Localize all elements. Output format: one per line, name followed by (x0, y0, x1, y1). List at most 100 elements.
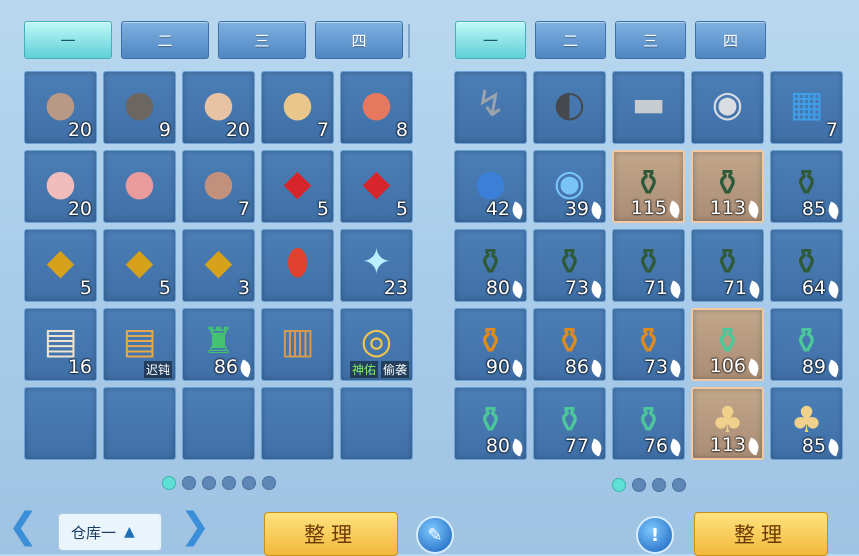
green-potion-bottle-icon: ♜ (202, 320, 235, 362)
item-slot[interactable]: ⚱ 89 (770, 308, 843, 381)
bound-leaf-icon (745, 358, 762, 377)
page-dot[interactable] (162, 476, 176, 490)
black-sack-icon: ◐ (553, 83, 586, 125)
item-slot[interactable]: ⬮ (261, 229, 334, 302)
right-tab-3[interactable]: 三 (615, 21, 686, 59)
item-quantity: 106 (709, 355, 746, 377)
item-slot[interactable]: ● 20 (24, 150, 97, 223)
prev-warehouse-arrow-icon[interactable]: ❮ (8, 506, 38, 547)
page-dot[interactable] (262, 476, 276, 490)
item-slot[interactable]: ⚱ 73 (533, 229, 606, 302)
item-slot[interactable]: ✦ 23 (340, 229, 413, 302)
bound-leaf-icon (825, 359, 842, 378)
item-slot[interactable]: ● 7 (261, 71, 334, 144)
item-slot[interactable]: ⚱ 71 (612, 229, 685, 302)
sort-warehouse-button[interactable]: 整理 (264, 512, 398, 556)
item-slot[interactable]: ▥ (261, 308, 334, 381)
item-slot[interactable]: ⚱ 115 (612, 150, 685, 223)
item-slot[interactable]: ♜ 86 (182, 308, 255, 381)
item-slot[interactable]: ▦ 7 (770, 71, 843, 144)
item-slot[interactable]: ● 20 (24, 71, 97, 144)
inventory-grid: ↯ ◐ ▬ ◉ ▦ 7 ● 42 ◉ 39 ⚱ 115 ⚱ 113 ⚱ 85 ⚱ 80 ⚱ 73 ⚱ 71 ⚱ 71 ⚱ 64 ⚱ 9… (454, 71, 843, 460)
item-slot[interactable]: ◆ 3 (182, 229, 255, 302)
left-tab-4[interactable]: 四 (315, 21, 403, 59)
item-slot[interactable]: ▬ (612, 71, 685, 144)
red-lucky-bag-icon: ◆ (283, 162, 312, 204)
empty-slot[interactable] (340, 387, 413, 460)
item-slot[interactable]: ⚱ 64 (770, 229, 843, 302)
gold-lucky-bag-icon: ◆ (46, 241, 75, 283)
left-tab-2[interactable]: 二 (121, 21, 209, 59)
page-dot[interactable] (672, 478, 686, 492)
white-scroll-icon: ▤ (43, 320, 78, 362)
next-warehouse-arrow-icon[interactable]: ❯ (180, 506, 210, 547)
item-slot[interactable]: ◉ 39 (533, 150, 606, 223)
item-slot[interactable]: ⚱ 113 (691, 150, 764, 223)
right-tab-1[interactable]: 一 (455, 21, 526, 59)
item-slot[interactable]: ⚱ 85 (770, 150, 843, 223)
left-tab-3[interactable]: 三 (218, 21, 306, 59)
item-slot[interactable]: ⚱ 80 (454, 229, 527, 302)
dumpling-plate-dark-icon: ● (44, 83, 77, 125)
page-dot[interactable] (202, 476, 216, 490)
item-slot[interactable]: ◆ 5 (261, 150, 334, 223)
item-slot[interactable]: ⚱ 106 (691, 308, 764, 381)
item-quantity: 85 (801, 435, 826, 457)
item-slot[interactable]: ⚱ 73 (612, 308, 685, 381)
item-slot[interactable]: ⚱ 77 (533, 387, 606, 460)
item-slot[interactable]: ● (103, 150, 176, 223)
item-slot[interactable]: ● 7 (182, 150, 255, 223)
page-dot[interactable] (652, 478, 666, 492)
item-quantity: 5 (158, 277, 171, 299)
item-slot[interactable]: ↯ (454, 71, 527, 144)
warehouse-selector[interactable]: 仓库一 ▲ (58, 513, 162, 551)
empty-slot[interactable] (182, 387, 255, 460)
page-dot[interactable] (222, 476, 236, 490)
bound-leaf-icon (746, 280, 763, 299)
amulet-necklace-icon: ◎ (360, 320, 393, 362)
bound-leaf-icon (745, 437, 762, 456)
page-dot[interactable] (632, 478, 646, 492)
bound-leaf-icon (588, 201, 605, 220)
item-slot[interactable]: ● 20 (182, 71, 255, 144)
item-slot[interactable]: ● 8 (340, 71, 413, 144)
right-tab-2[interactable]: 二 (535, 21, 606, 59)
info-icon[interactable]: ! (636, 516, 674, 554)
right-tab-4[interactable]: 四 (695, 21, 766, 59)
edit-icon[interactable]: ✎ (416, 516, 454, 554)
page-dot[interactable] (242, 476, 256, 490)
item-quantity: 71 (722, 277, 747, 299)
bound-leaf-icon (666, 200, 683, 219)
item-slot[interactable]: ● 42 (454, 150, 527, 223)
item-slot[interactable]: ▤ 16 (24, 308, 97, 381)
item-slot[interactable]: ▤ 迟钝 (103, 308, 176, 381)
item-slot[interactable]: ⚱ 71 (691, 229, 764, 302)
item-slot[interactable]: ♣ 113 (691, 387, 764, 460)
empty-slot[interactable] (261, 387, 334, 460)
item-slot[interactable]: ⚱ 80 (454, 387, 527, 460)
empty-slot[interactable] (24, 387, 97, 460)
left-tab-bar: 一 二 三 四 (24, 21, 403, 59)
item-quantity: 73 (564, 277, 589, 299)
item-slot[interactable]: ◐ (533, 71, 606, 144)
empty-slot[interactable] (103, 387, 176, 460)
item-slot[interactable]: ◆ 5 (24, 229, 97, 302)
item-slot[interactable]: ⚱ 86 (533, 308, 606, 381)
left-tab-1[interactable]: 一 (24, 21, 112, 59)
item-slot[interactable]: ● 9 (103, 71, 176, 144)
item-quantity: 20 (67, 198, 92, 220)
item-slot[interactable]: ◆ 5 (340, 150, 413, 223)
item-slot[interactable]: ♣ 85 (770, 387, 843, 460)
dumpling-plate-rose-icon: ● (123, 162, 156, 204)
item-slot[interactable]: ◆ 5 (103, 229, 176, 302)
item-quantity: 7 (237, 198, 250, 220)
green-wine-jar-icon: ⚱ (712, 241, 743, 283)
sort-inventory-button[interactable]: 整理 (694, 512, 828, 556)
page-dot[interactable] (612, 478, 626, 492)
page-dot[interactable] (182, 476, 196, 490)
item-slot[interactable]: ⚱ 76 (612, 387, 685, 460)
item-slot[interactable]: ⚱ 90 (454, 308, 527, 381)
item-quantity: 115 (630, 197, 667, 219)
item-slot[interactable]: ◎ 神佑 偷袭 (340, 308, 413, 381)
item-slot[interactable]: ◉ (691, 71, 764, 144)
